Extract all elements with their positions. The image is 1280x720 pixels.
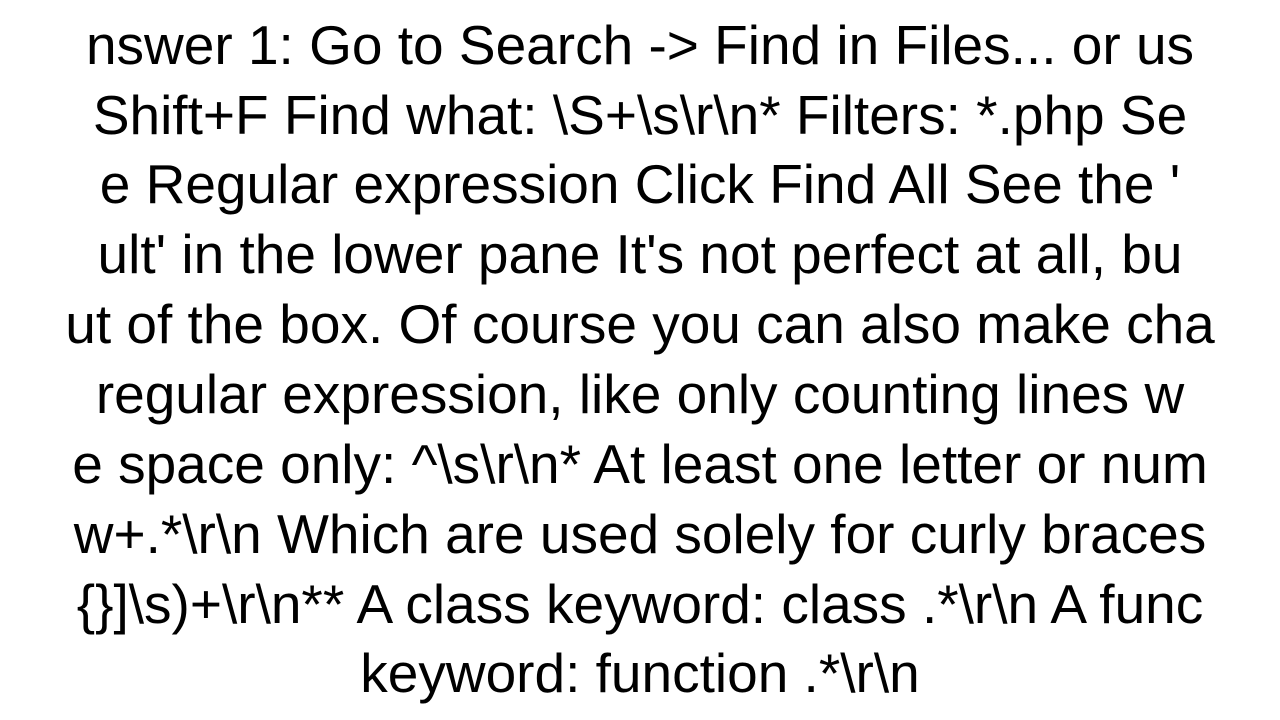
text-line: w+.*\r\n Which are used solely for curly… [65, 500, 1215, 570]
text-line: ut of the box. Of course you can also ma… [65, 290, 1215, 360]
text-line: e space only: ^\s\r\n* At least one lett… [65, 430, 1215, 500]
text-line: ult' in the lower pane It's not perfect … [65, 220, 1215, 290]
text-content: nswer 1: Go to Search -> Find in Files..… [65, 11, 1215, 709]
text-line: e Regular expression Click Find All See … [65, 150, 1215, 220]
text-line: Shift+F Find what: \S+\s\r\n* Filters: *… [65, 81, 1215, 151]
text-line: nswer 1: Go to Search -> Find in Files..… [65, 11, 1215, 81]
text-line: regular expression, like only counting l… [65, 360, 1215, 430]
text-line: {}]\s)+\r\n** A class keyword: class .*\… [65, 570, 1215, 640]
text-line: keyword: function .*\r\n [65, 639, 1215, 709]
